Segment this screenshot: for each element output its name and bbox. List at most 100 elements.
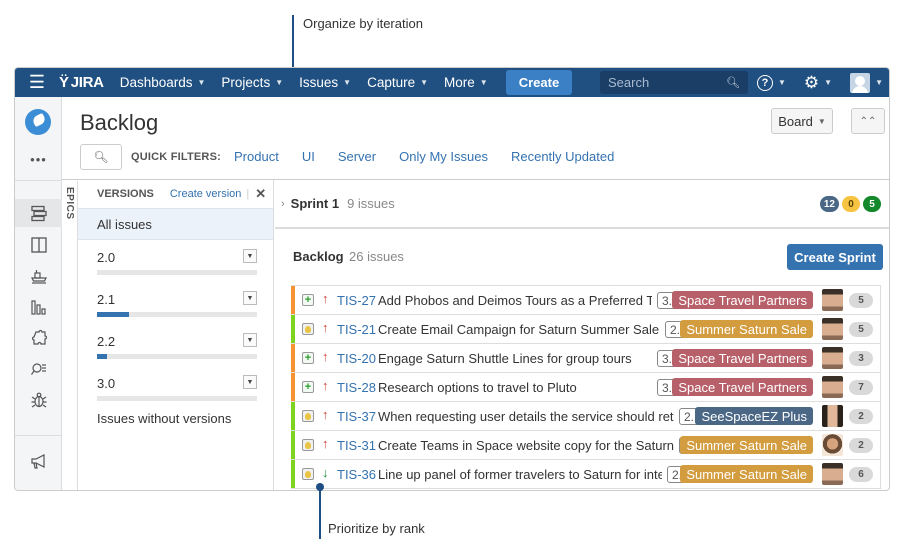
create-sprint-button[interactable]: Create Sprint bbox=[787, 244, 883, 270]
project-sidebar: ••• bbox=[15, 97, 62, 490]
issue-key-link[interactable]: TIS-20 bbox=[337, 351, 376, 366]
nav-dashboards[interactable]: Dashboards ▼ bbox=[120, 75, 206, 90]
quick-filter-ui[interactable]: UI bbox=[302, 149, 315, 164]
chevron-right-icon[interactable]: › bbox=[281, 198, 285, 210]
issue-row[interactable]: ↑ TIS-21 Create Email Campaign for Saturn … bbox=[291, 315, 881, 344]
sidebar-item-bugs[interactable] bbox=[15, 386, 62, 414]
annotation-line-bottom bbox=[319, 487, 321, 539]
issue-summary: Engage Saturn Shuttle Lines for group to… bbox=[378, 351, 632, 366]
quick-filter-only-my-issues[interactable]: Only My Issues bbox=[399, 149, 488, 164]
jira-logo-text: JIRA bbox=[70, 74, 104, 91]
nav-capture[interactable]: Capture ▼ bbox=[367, 75, 428, 90]
epics-panel-tab[interactable]: EPICS bbox=[62, 181, 78, 490]
improvement-type-icon bbox=[302, 410, 314, 422]
issue-row[interactable]: ↑ TIS-31 Create Teams in Space website cop… bbox=[291, 431, 881, 460]
version-dropdown-icon[interactable]: ▼ bbox=[243, 375, 257, 389]
assignee-avatar[interactable] bbox=[822, 434, 843, 456]
issue-row[interactable]: ↑ TIS-37 When requesting user details the … bbox=[291, 402, 881, 431]
story-points-badge: 6 bbox=[849, 467, 873, 482]
version-dropdown-icon[interactable]: ▼ bbox=[243, 291, 257, 305]
sidebar-divider bbox=[15, 180, 62, 181]
project-avatar-icon[interactable] bbox=[25, 109, 51, 135]
close-icon[interactable]: ✕ bbox=[255, 186, 266, 202]
nav-issues[interactable]: Issues ▼ bbox=[299, 75, 351, 90]
version-item[interactable]: 2.2 ▼ bbox=[78, 324, 273, 366]
sidebar-item-issues[interactable] bbox=[15, 355, 62, 383]
board-dropdown-button[interactable]: Board ▼ bbox=[771, 108, 833, 134]
board-label: Board bbox=[778, 113, 813, 129]
version-dropdown-icon[interactable]: ▼ bbox=[243, 333, 257, 347]
issue-key-link[interactable]: TIS-37 bbox=[337, 409, 376, 424]
chevron-down-icon: ▼ bbox=[197, 78, 206, 87]
assignee-avatar[interactable] bbox=[822, 463, 843, 485]
epic-label[interactable]: Summer Saturn Sale bbox=[680, 320, 813, 338]
version-name: 3.0 bbox=[97, 376, 116, 391]
epic-color-bar bbox=[291, 402, 295, 430]
sidebar-item-board[interactable] bbox=[15, 231, 62, 259]
epic-label[interactable]: Space Travel Partners bbox=[672, 349, 813, 367]
version-item[interactable]: 3.0 ▼ bbox=[78, 366, 273, 408]
chevron-down-icon: ▼ bbox=[777, 78, 786, 87]
epic-label[interactable]: Space Travel Partners bbox=[672, 291, 813, 309]
profile-menu[interactable]: ▼ bbox=[850, 72, 883, 93]
issue-key-link[interactable]: TIS-31 bbox=[337, 438, 376, 453]
sidebar-item-backlog[interactable] bbox=[15, 199, 62, 227]
quick-filter-product[interactable]: Product bbox=[234, 149, 279, 164]
issue-key-link[interactable]: TIS-27 bbox=[337, 293, 376, 308]
issue-row[interactable]: ↓ TIS-36 Line up panel of former travelers… bbox=[291, 460, 881, 489]
create-version-link[interactable]: Create version bbox=[170, 188, 242, 200]
nav-more[interactable]: More ▼ bbox=[444, 75, 488, 90]
create-button[interactable]: Create bbox=[505, 70, 573, 95]
assignee-avatar[interactable] bbox=[822, 376, 843, 398]
epic-label[interactable]: Summer Saturn Sale bbox=[680, 436, 813, 454]
jira-logo[interactable]: Ÿ JIRA bbox=[59, 74, 104, 91]
quick-filters-label: QUICK FILTERS: bbox=[131, 151, 221, 163]
issues-without-versions-filter[interactable]: Issues without versions bbox=[78, 411, 273, 426]
nav-projects[interactable]: Projects ▼ bbox=[221, 75, 283, 90]
assignee-avatar[interactable] bbox=[822, 347, 843, 369]
sidebar-item-feedback[interactable] bbox=[15, 447, 62, 475]
issue-row[interactable]: + ↑ TIS-27 Add Phobos and Deimos Tours as a… bbox=[291, 286, 881, 315]
help-menu[interactable]: ? ▼ bbox=[756, 74, 786, 91]
version-item[interactable]: 2.0 ▼ bbox=[78, 240, 273, 282]
priority-high-icon: ↑ bbox=[322, 378, 329, 393]
more-icon[interactable]: ••• bbox=[15, 152, 62, 167]
quick-filter-search-input[interactable]: 🔍︎ bbox=[80, 144, 122, 170]
epic-label[interactable]: Space Travel Partners bbox=[672, 378, 813, 396]
issue-summary: Create Teams in Space website copy for t… bbox=[378, 438, 674, 453]
sprint-header[interactable]: › Sprint 1 9 issues 12 0 5 bbox=[275, 180, 889, 229]
sprint-status-badges: 12 0 5 bbox=[817, 196, 881, 212]
epic-label[interactable]: SeeSpaceEZ Plus bbox=[695, 407, 813, 425]
sidebar-item-releases[interactable] bbox=[15, 262, 62, 290]
version-dropdown-icon[interactable]: ▼ bbox=[243, 249, 257, 263]
sprint-issue-count: 9 issues bbox=[347, 196, 395, 211]
epic-color-bar bbox=[291, 286, 295, 314]
settings-menu[interactable]: ⚙ ▼ bbox=[804, 73, 832, 93]
all-issues-filter[interactable]: All issues bbox=[78, 208, 273, 240]
assignee-avatar[interactable] bbox=[822, 405, 843, 427]
versions-title: VERSIONS bbox=[97, 188, 154, 200]
search-input[interactable]: Search 🔍︎ bbox=[600, 71, 748, 94]
collapse-header-button[interactable]: ⌃⌃ bbox=[851, 108, 885, 134]
epic-color-bar bbox=[291, 344, 295, 372]
version-item[interactable]: 2.1 ▼ bbox=[78, 282, 273, 324]
sidebar-item-reports[interactable] bbox=[15, 293, 62, 321]
version-name: 2.1 bbox=[97, 292, 116, 307]
issue-key-link[interactable]: TIS-36 bbox=[337, 467, 376, 482]
story-type-icon: + bbox=[302, 352, 314, 364]
issue-key-link[interactable]: TIS-21 bbox=[337, 322, 376, 337]
quick-filter-recently-updated[interactable]: Recently Updated bbox=[511, 149, 614, 164]
issue-row[interactable]: + ↑ TIS-20 Engage Saturn Shuttle Lines for … bbox=[291, 344, 881, 373]
menu-icon[interactable]: ☰ bbox=[15, 72, 59, 93]
epics-tab-label: EPICS bbox=[64, 187, 75, 220]
versions-header: VERSIONS Create version | ✕ bbox=[78, 180, 273, 208]
issue-key-link[interactable]: TIS-28 bbox=[337, 380, 376, 395]
issue-row[interactable]: + ↑ TIS-28 Research options to travel to Pl… bbox=[291, 373, 881, 402]
epic-color-bar bbox=[291, 373, 295, 401]
sidebar-item-components[interactable] bbox=[15, 324, 62, 352]
assignee-avatar[interactable] bbox=[822, 318, 843, 340]
quick-filter-server[interactable]: Server bbox=[338, 149, 376, 164]
user-avatar-icon bbox=[850, 72, 871, 93]
assignee-avatar[interactable] bbox=[822, 289, 843, 311]
epic-label[interactable]: Summer Saturn Sale bbox=[680, 465, 813, 483]
